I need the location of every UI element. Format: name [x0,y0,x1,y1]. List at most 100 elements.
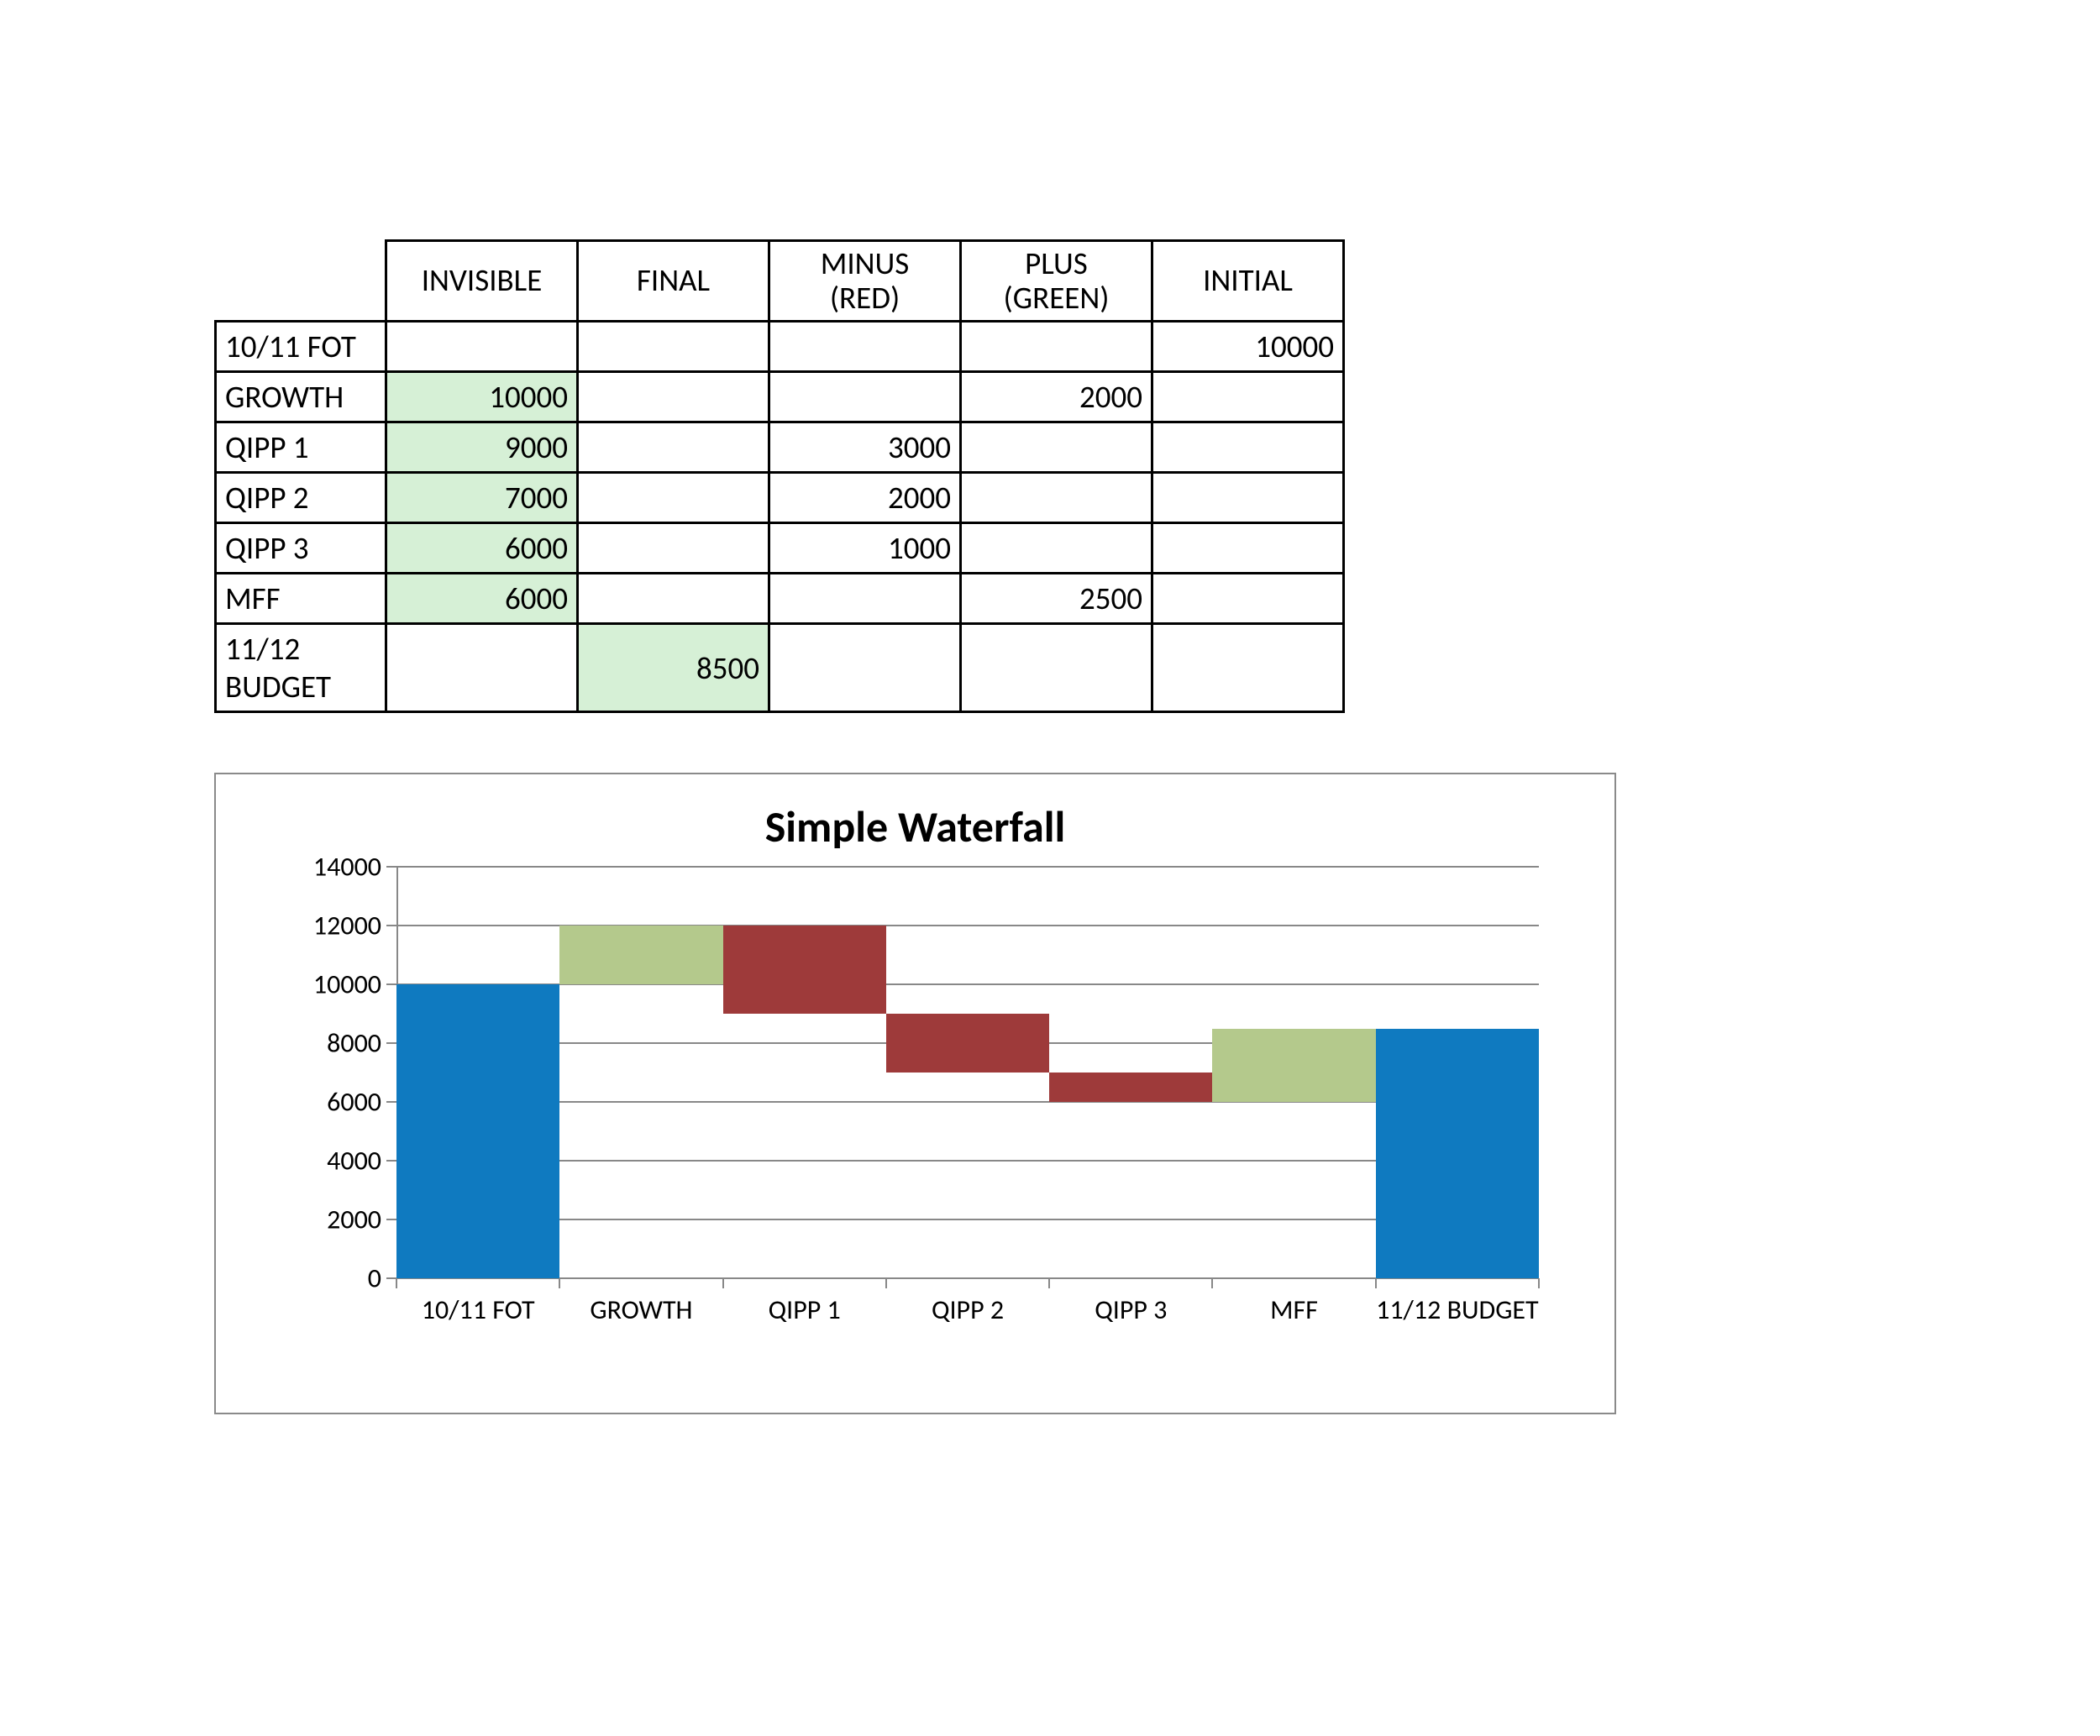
table-body: 10/11 FOT10000GROWTH100002000QIPP 190003… [216,322,1344,712]
bar-red [723,926,886,1014]
gridline [396,1277,1539,1279]
cell-initial: 10000 [1152,322,1344,372]
cell-plus [961,322,1152,372]
cell-final: 8500 [578,624,769,712]
row-label: MFF [217,574,385,622]
gridline [396,1219,1539,1220]
cell-value [579,477,768,519]
gridline [396,866,1539,868]
cell-value: 2000 [962,373,1151,421]
cell-value: 6000 [387,574,576,622]
row-label: 11/12 BUDGET [217,625,385,711]
data-table: INVISIBLE FINAL MINUS (RED) PLUS (GREEN)… [214,239,1345,713]
xtick-label: MFF [1204,1295,1383,1326]
cell-value [962,647,1151,689]
cell-value [962,477,1151,519]
cell-value: 10000 [1153,323,1342,370]
cell-plus: 2000 [961,372,1152,422]
xtick-label: GROWTH [551,1295,731,1326]
xtick-mark [396,1278,397,1288]
cell-minus [769,574,961,624]
header-minus: MINUS (RED) [769,241,961,322]
bar-green [1212,1029,1375,1103]
cell-plus [961,624,1152,712]
ytick-label: 10000 [313,968,396,1001]
cell-minus [769,624,961,712]
cell-initial [1152,422,1344,473]
cell-value [1153,578,1342,620]
cell-value [770,578,959,620]
cell-value: 7000 [387,474,576,522]
header-blank [216,241,386,322]
row-label-cell: 11/12 BUDGET [216,624,386,712]
row-label: 10/11 FOT [217,323,385,370]
cell-value [1153,376,1342,418]
cell-plus [961,422,1152,473]
row-label-cell: MFF [216,574,386,624]
ytick-label: 0 [368,1262,396,1295]
cell-value: 9000 [387,423,576,471]
cell-value: 3000 [770,423,959,471]
ytick-label: 14000 [313,851,396,884]
table-row: QIPP 36000 1000 [216,523,1344,574]
row-label-cell: 10/11 FOT [216,322,386,372]
cell-value: 2000 [770,474,959,522]
cell-invisible [386,322,578,372]
row-label-cell: GROWTH [216,372,386,422]
cell-final [578,473,769,523]
cell-value: 1000 [770,524,959,572]
xtick-label: QIPP 2 [878,1295,1058,1326]
cell-final [578,523,769,574]
ytick-label: 8000 [327,1027,396,1060]
xtick-mark [1048,1278,1050,1288]
cell-final [578,574,769,624]
header-initial: INITIAL [1152,241,1344,322]
row-label: QIPP 2 [217,474,385,522]
chart-title: Simple Waterfall [216,800,1614,853]
header-plus: PLUS (GREEN) [961,241,1152,322]
bar-red [886,1014,1049,1073]
ytick-label: 4000 [327,1145,396,1177]
cell-value [387,647,576,689]
cell-invisible: 6000 [386,574,578,624]
data-table-container: INVISIBLE FINAL MINUS (RED) PLUS (GREEN)… [214,239,1345,713]
cell-value [770,326,959,368]
cell-value [1153,647,1342,689]
cell-invisible: 10000 [386,372,578,422]
table-row: MFF6000 2500 [216,574,1344,624]
xtick-mark [722,1278,724,1288]
xtick-mark [1375,1278,1377,1288]
cell-value [579,578,768,620]
cell-value [579,427,768,469]
ytick-label: 12000 [313,910,396,942]
header-final: FINAL [578,241,769,322]
cell-plus: 2500 [961,574,1152,624]
cell-value [1153,527,1342,569]
xtick-label: QIPP 3 [1041,1295,1221,1326]
cell-value [387,326,576,368]
cell-minus: 2000 [769,473,961,523]
cell-initial [1152,372,1344,422]
row-label: GROWTH [217,373,385,421]
bar-blue [1376,1029,1539,1279]
table-row: QIPP 19000 3000 [216,422,1344,473]
ytick-label: 2000 [327,1204,396,1236]
cell-value: 10000 [387,373,576,421]
cell-value [579,326,768,368]
cell-invisible: 9000 [386,422,578,473]
cell-value [770,376,959,418]
cell-minus [769,322,961,372]
row-label: QIPP 1 [217,423,385,471]
bar-red [1049,1073,1212,1102]
xtick-label: 10/11 FOT [388,1295,568,1326]
cell-value: 2500 [962,574,1151,622]
cell-plus [961,473,1152,523]
row-label-cell: QIPP 3 [216,523,386,574]
cell-value [962,427,1151,469]
xtick-label: QIPP 1 [715,1295,895,1326]
cell-invisible: 7000 [386,473,578,523]
cell-minus: 1000 [769,523,961,574]
table-row: GROWTH10000 2000 [216,372,1344,422]
cell-value: 6000 [387,524,576,572]
cell-value [579,527,768,569]
